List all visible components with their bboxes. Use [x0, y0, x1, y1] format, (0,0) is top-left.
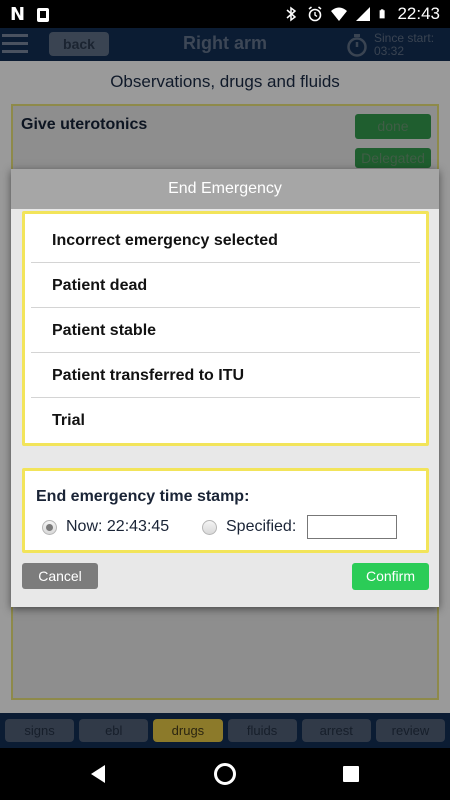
nav-back-icon[interactable]: [89, 764, 107, 784]
nav-home-icon[interactable]: [214, 763, 236, 785]
option-patient-dead[interactable]: Patient dead: [31, 263, 420, 308]
status-bar: N 22:43: [0, 0, 450, 28]
now-label: Now: 22:43:45: [66, 518, 170, 535]
nav-recents-icon[interactable]: [343, 766, 359, 782]
specified-label: Specified:: [226, 518, 297, 535]
done-button[interactable]: done: [355, 114, 431, 139]
end-emergency-dialog: End Emergency Incorrect emergency select…: [11, 169, 439, 607]
battery-icon: [380, 9, 386, 19]
bluetooth-icon: [286, 6, 297, 22]
section-title: Observations, drugs and fluids: [110, 72, 340, 91]
delegated-button[interactable]: Delegated: [355, 148, 431, 168]
wifi-icon: [331, 7, 348, 21]
n-logo-icon: N: [10, 4, 26, 25]
cancel-button[interactable]: Cancel: [22, 563, 98, 589]
signal-icon: [356, 7, 371, 21]
navigation-bar: [0, 748, 450, 800]
specified-radio[interactable]: [202, 520, 217, 535]
timestamp-radio-group: Now: 22:43:45 Specified:: [40, 515, 420, 541]
option-patient-stable[interactable]: Patient stable: [31, 308, 420, 353]
end-reason-list: Incorrect emergency selected Patient dea…: [22, 211, 429, 446]
tab-ebl[interactable]: ebl: [79, 719, 149, 742]
option-trial[interactable]: Trial: [31, 398, 420, 443]
task-title: Give uterotonics: [21, 116, 148, 133]
alarm-icon: [308, 6, 322, 22]
dialog-title: End Emergency: [11, 169, 439, 209]
phone-notification-icon: [37, 7, 50, 22]
timestamp-label: End emergency time stamp:: [36, 488, 250, 505]
app-header: back Right arm Since start: 03:32: [0, 28, 450, 61]
status-time: 22:43: [397, 4, 440, 23]
bottom-tab-bar: signs ebl drugs fluids arrest review: [0, 713, 450, 748]
tab-arrest[interactable]: arrest: [301, 719, 371, 742]
timer-value: 03:32: [374, 44, 405, 58]
menu-icon[interactable]: [2, 34, 28, 56]
page-title: Right arm: [182, 33, 267, 53]
confirm-button[interactable]: Confirm: [352, 563, 429, 590]
tab-drugs[interactable]: drugs: [153, 719, 223, 742]
timestamp-section: End emergency time stamp: Now: 22:43:45 …: [22, 468, 429, 553]
tab-fluids[interactable]: fluids: [227, 719, 297, 742]
now-radio[interactable]: [42, 520, 57, 535]
tab-review[interactable]: review: [375, 719, 446, 742]
option-incorrect-emergency[interactable]: Incorrect emergency selected: [31, 218, 420, 263]
option-transferred-itu[interactable]: Patient transferred to ITU: [31, 353, 420, 398]
stopwatch-icon: [347, 34, 367, 57]
back-button[interactable]: back: [49, 32, 109, 56]
tab-signs[interactable]: signs: [5, 719, 75, 742]
specified-time-input[interactable]: [307, 515, 397, 539]
